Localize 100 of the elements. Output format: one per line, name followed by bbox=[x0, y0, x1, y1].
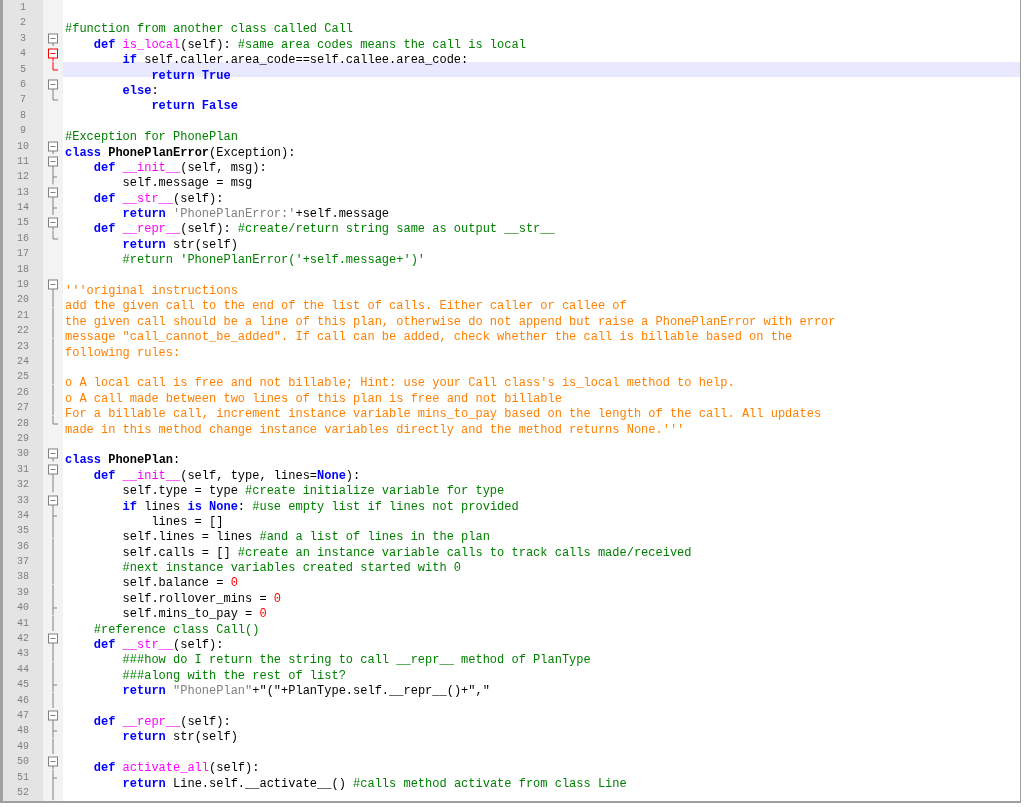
code-line: message "call_cannot_be_added". If call can be added, check whether the call is billable based on the bbox=[65, 330, 793, 345]
code-line: if lines is None: #use empty list if lines not provided bbox=[121, 499, 519, 514]
line-number: 28 bbox=[17, 416, 29, 431]
code-line: else: bbox=[121, 83, 159, 98]
line-number: 45 bbox=[17, 678, 29, 693]
line-number: 31 bbox=[17, 462, 29, 477]
code-line: if self.caller.area_code==self.callee.area_code: bbox=[121, 53, 469, 68]
line-number: 38 bbox=[17, 570, 29, 585]
line-number: 4 bbox=[20, 47, 26, 62]
line-number: 36 bbox=[17, 539, 29, 554]
line-number: 23 bbox=[17, 339, 29, 354]
code-line: #reference class Call() bbox=[92, 622, 260, 637]
collapse-icon[interactable] bbox=[48, 30, 58, 47]
line-number: 9 bbox=[20, 124, 26, 139]
line-number: 21 bbox=[17, 308, 29, 323]
line-number: 20 bbox=[17, 293, 29, 308]
code-line: For a billable call, increment instance variable mins_to_pay based on the length of the call. All updates bbox=[65, 407, 822, 422]
code-line: return False bbox=[150, 99, 238, 114]
collapse-icon[interactable] bbox=[48, 277, 58, 293]
line-number: 34 bbox=[17, 508, 29, 523]
code-line: o A call made between two lines of this plan is free and not billable bbox=[65, 391, 562, 406]
code-line: self.mins_to_pay = 0 bbox=[121, 607, 267, 622]
code-line: def is_local(self): #same area codes means the call is local bbox=[92, 37, 526, 52]
collapse-icon[interactable] bbox=[48, 138, 58, 154]
line-number: 30 bbox=[17, 447, 29, 462]
code-line: self.message = msg bbox=[121, 176, 253, 191]
collapse-icon[interactable] bbox=[48, 184, 58, 201]
line-number: 25 bbox=[17, 370, 29, 385]
line-number: 33 bbox=[17, 493, 29, 508]
line-number: 10 bbox=[17, 139, 29, 154]
code-line: o A local call is free and not billable; Hint: use your Call class's is_local method to help. bbox=[65, 376, 735, 391]
line-number: 5 bbox=[20, 62, 26, 77]
code-line: return "PhonePlan"+"("+PlanType.self.__repr__()+"," bbox=[121, 684, 490, 699]
code-line: self.lines = lines #and a list of lines in the plan bbox=[121, 530, 490, 545]
line-number: 22 bbox=[17, 324, 29, 339]
code-line: the given call should be a line of this plan, otherwise do not append but raise a PhonePlanError with error bbox=[65, 314, 836, 329]
collapse-icon[interactable] bbox=[48, 46, 58, 62]
line-number: 49 bbox=[17, 739, 29, 754]
line-number: 7 bbox=[20, 93, 26, 108]
collapse-icon[interactable] bbox=[48, 76, 58, 93]
code-line: add the given call to the end of the list of calls. Either caller or callee of bbox=[65, 299, 627, 314]
line-number: 13 bbox=[17, 185, 29, 200]
line-number: 35 bbox=[17, 524, 29, 539]
code-line: self.rollover_mins = 0 bbox=[121, 591, 282, 606]
code-line: def activate_all(self): bbox=[92, 761, 260, 776]
line-number: 16 bbox=[17, 231, 29, 246]
collapse-icon[interactable] bbox=[48, 215, 58, 231]
collapse-icon[interactable] bbox=[48, 754, 58, 770]
line-number: 41 bbox=[17, 616, 29, 631]
line-number: 37 bbox=[17, 555, 29, 570]
code-line: def __str__(self): bbox=[92, 638, 224, 652]
code-line: def __init__(self, msg): bbox=[92, 160, 267, 175]
collapse-icon[interactable] bbox=[48, 461, 58, 478]
line-number: 48 bbox=[17, 724, 29, 739]
code-line: following rules: bbox=[65, 345, 181, 360]
code-line: '''original instructions bbox=[65, 284, 238, 299]
line-number: 51 bbox=[17, 770, 29, 785]
code-line: ###along with the rest of list? bbox=[121, 668, 346, 683]
line-number: 1 bbox=[20, 1, 26, 15]
line-number: 19 bbox=[17, 278, 29, 293]
line-number: 14 bbox=[17, 201, 29, 216]
line-number: 47 bbox=[17, 708, 29, 723]
collapse-icon[interactable] bbox=[48, 707, 58, 724]
line-number: 43 bbox=[17, 647, 29, 662]
code-line: #next instance variables created started with 0 bbox=[121, 561, 462, 576]
code-line: def __repr__(self): bbox=[92, 714, 231, 729]
line-number: 26 bbox=[17, 385, 29, 400]
code-line: self.balance = 0 bbox=[121, 576, 238, 591]
line-number: 3 bbox=[20, 31, 26, 46]
line-number: 46 bbox=[17, 693, 29, 708]
line-number: 52 bbox=[17, 785, 29, 800]
line-number: 39 bbox=[17, 585, 29, 600]
line-number: 24 bbox=[17, 355, 29, 369]
line-number: 44 bbox=[17, 662, 29, 677]
code-line: def __str__(self): bbox=[92, 191, 224, 206]
code-line: return str(self) bbox=[121, 237, 238, 252]
line-number: 17 bbox=[17, 247, 29, 262]
line-number: 27 bbox=[17, 401, 29, 416]
code-line: def __init__(self, type, lines=None): bbox=[92, 468, 361, 483]
line-number: 12 bbox=[17, 170, 29, 185]
line-number: 6 bbox=[20, 77, 26, 92]
line-number: 42 bbox=[17, 632, 29, 646]
collapse-icon[interactable] bbox=[48, 492, 58, 508]
collapse-icon[interactable] bbox=[48, 446, 58, 462]
collapse-icon[interactable] bbox=[48, 631, 58, 647]
line-number: 18 bbox=[17, 262, 29, 277]
code-line: self.type = type #create initialize variable for type bbox=[121, 484, 505, 499]
code-line: self.calls = [] #create an instance variable calls to track calls made/received bbox=[121, 545, 692, 560]
line-number: 50 bbox=[17, 755, 29, 770]
code-line: #function from another class called Call bbox=[65, 22, 354, 37]
code-line: #return 'PhonePlanError('+self.message+')' bbox=[121, 253, 426, 268]
code-line: ###how do I return the string to call __repr__ method of PlanType bbox=[121, 653, 591, 668]
code-line: made in this method change instance variables directly and the method returns None.''' bbox=[65, 422, 685, 437]
code-line: return str(self) bbox=[121, 730, 238, 745]
line-number: 2 bbox=[20, 16, 26, 31]
code-line: return 'PhonePlanError:'+self.message bbox=[121, 207, 390, 222]
collapse-icon[interactable] bbox=[48, 153, 58, 170]
code-line: lines = [] bbox=[150, 514, 224, 529]
line-number: 32 bbox=[17, 478, 29, 493]
line-number: 15 bbox=[17, 216, 29, 231]
